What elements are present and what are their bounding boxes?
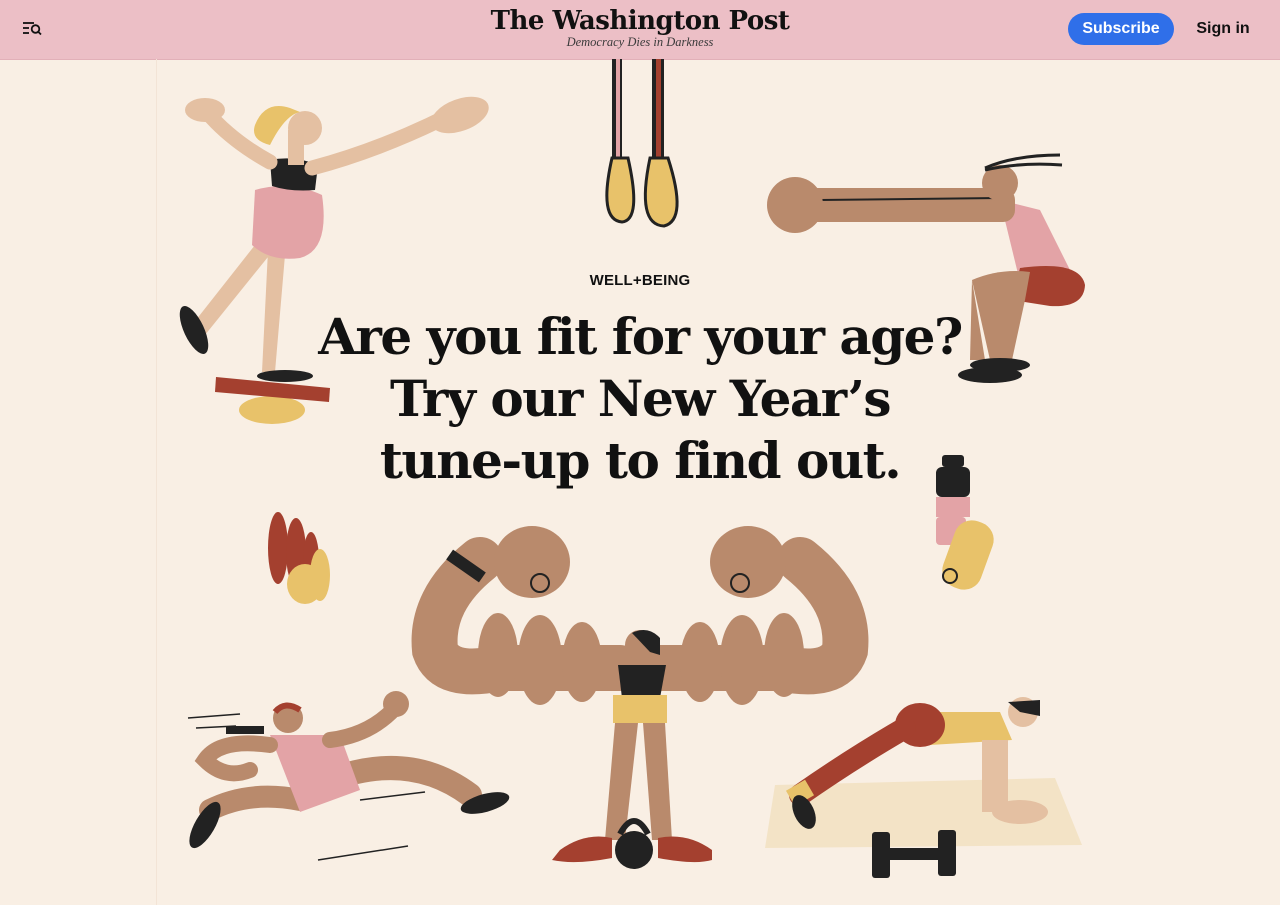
plant-illustration xyxy=(268,512,330,604)
sign-in-link[interactable]: Sign in xyxy=(1189,13,1257,45)
suspension-straps-illustration xyxy=(605,59,679,228)
site-header: The Washington Post Democracy Dies in Da… xyxy=(0,0,1280,60)
headline-line: Are you fit for your age? xyxy=(318,307,963,366)
menu-search-icon[interactable] xyxy=(18,16,46,42)
headline-line: Try our New Year’s xyxy=(389,369,892,428)
section-kicker[interactable]: WELL+BEING xyxy=(440,272,840,289)
article-headline[interactable]: Are you fit for your age? Try our New Ye… xyxy=(300,306,980,492)
masthead[interactable]: The Washington Post Democracy Dies in Da… xyxy=(440,6,840,48)
subscribe-button[interactable]: Subscribe xyxy=(1068,13,1174,45)
headline-line: tune-up to find out. xyxy=(379,431,902,490)
site-tagline: Democracy Dies in Darkness xyxy=(566,35,714,49)
runner-illustration xyxy=(187,691,510,861)
plank-person-illustration xyxy=(765,697,1082,848)
site-logo[interactable]: The Washington Post xyxy=(440,6,840,36)
